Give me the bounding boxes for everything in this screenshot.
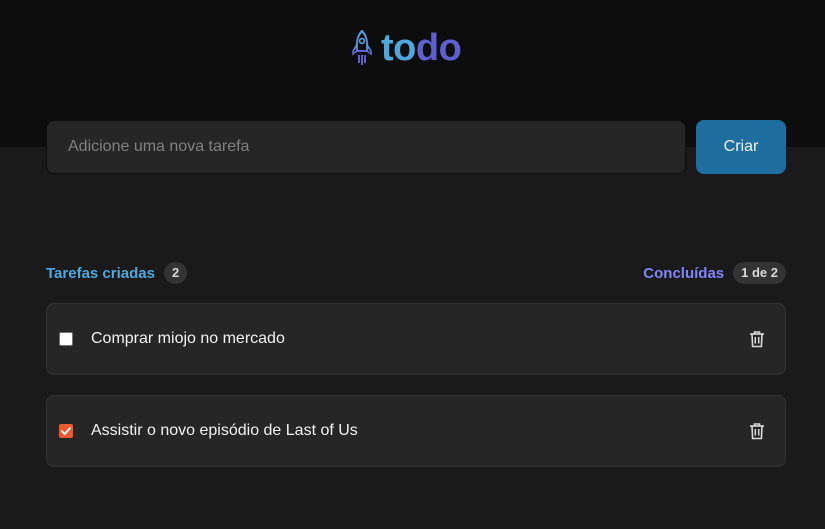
trash-icon[interactable] [745, 419, 769, 443]
task-text: Comprar miojo no mercado [91, 330, 285, 347]
created-label: Tarefas criadas [46, 264, 155, 282]
task-checkbox-checked[interactable] [59, 424, 73, 438]
checkmark-icon [61, 427, 71, 435]
task-text: Assistir o novo episódio de Last of Us [91, 422, 358, 439]
todo-app: todo Criar Tarefas criadas 2 Concluídas … [0, 0, 825, 529]
task-counters: Tarefas criadas 2 Concluídas 1 de 2 [46, 262, 786, 284]
created-counter: Tarefas criadas 2 [46, 262, 188, 284]
new-task-input[interactable] [46, 120, 686, 174]
task-item: Comprar miojo no mercado [46, 303, 786, 375]
done-label: Concluídas [643, 264, 725, 282]
task-item: Assistir o novo episódio de Last of Us [46, 395, 786, 467]
logo-text: todo [381, 27, 462, 69]
create-button[interactable]: Criar [696, 120, 786, 174]
logo: todo [351, 27, 462, 69]
done-counter: Concluídas 1 de 2 [643, 262, 786, 284]
trash-icon[interactable] [745, 327, 769, 351]
logo-text-to: to [381, 27, 416, 69]
created-count-badge: 2 [163, 262, 188, 284]
done-count-badge: 1 de 2 [733, 262, 786, 284]
logo-text-do: do [415, 27, 462, 69]
new-task-form: Criar [46, 120, 786, 174]
rocket-icon [351, 30, 373, 66]
task-checkbox[interactable] [59, 332, 73, 346]
task-list: Comprar miojo no mercado Assistir o novo… [46, 303, 786, 487]
